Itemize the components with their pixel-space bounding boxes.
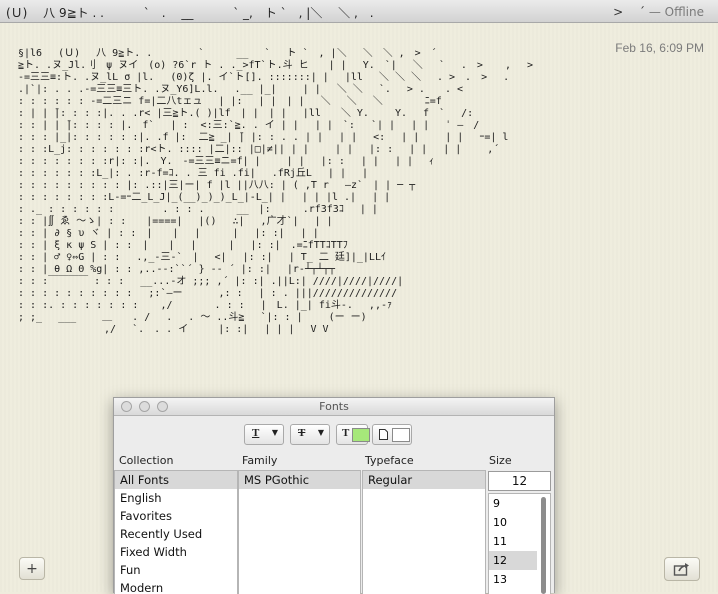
typeface-list[interactable]: Regular <box>362 470 486 594</box>
plus-icon: + <box>26 560 38 577</box>
size-list[interactable]: 9 10 11 12 13 <box>488 493 551 594</box>
window-titlebar: (Ｕ) 八 9≧ト . . ` . __ ` _, ト ` , |＼ ＼ , .… <box>0 0 718 23</box>
document-color-swatch <box>392 428 410 442</box>
size-item[interactable]: 11 <box>489 532 537 551</box>
ascii-art-text[interactable]: §|l6 (Ｕ) 八 9≧ト. . ` __ ` ト ` , |＼ ＼ ＼ , … <box>18 48 618 388</box>
sync-status: — Offline <box>648 5 704 19</box>
typeface-header: Typeface <box>365 454 414 467</box>
size-list-scrollbar[interactable] <box>541 497 546 594</box>
document-color-button[interactable] <box>372 424 412 445</box>
collection-list[interactable]: All Fonts English Favorites Recently Used Fi… <box>114 470 238 594</box>
chevron-down-icon: ▼ <box>317 428 324 437</box>
collection-item[interactable]: English <box>115 489 237 507</box>
text-color-button[interactable]: T <box>336 424 370 445</box>
fonts-column-headers: Collection Family Typeface Size <box>114 454 554 468</box>
size-item[interactable]: 12 <box>489 551 537 570</box>
share-icon <box>673 563 689 576</box>
size-item[interactable]: 10 <box>489 513 537 532</box>
collection-item[interactable]: Fun <box>115 561 237 579</box>
size-item[interactable]: 9 <box>489 494 537 513</box>
window-title-glyphs: > ´ <box>613 5 645 19</box>
fonts-panel-title: Fonts <box>319 400 349 413</box>
fonts-panel-titlebar: Fonts <box>114 398 554 416</box>
document-icon <box>379 429 388 440</box>
strikethrough-t-icon: T <box>298 427 306 439</box>
size-field[interactable]: 12 <box>488 471 551 491</box>
window-title: (Ｕ) 八 9≧ト . . ` . __ ` _, ト ` , |＼ ＼ , . <box>6 6 374 20</box>
family-list[interactable]: MS PGothic <box>238 470 361 594</box>
size-item[interactable]: 13 <box>489 570 537 589</box>
collection-header: Collection <box>119 454 174 467</box>
text-strikethrough-menu[interactable]: T ▼ <box>290 424 330 445</box>
share-button[interactable] <box>664 557 700 581</box>
collection-item[interactable]: Favorites <box>115 507 237 525</box>
text-underline-menu[interactable]: T ▼ <box>244 424 284 445</box>
add-note-button[interactable]: + <box>19 557 45 580</box>
fonts-panel: Fonts T ▼ T ▼ T Collection Family Typefa… <box>113 397 555 594</box>
chevron-down-icon: ▼ <box>271 428 278 437</box>
collection-item[interactable]: Fixed Width <box>115 543 237 561</box>
underline-t-icon: T <box>252 427 260 439</box>
collection-item[interactable]: All Fonts <box>115 471 237 489</box>
window-title-right: > ´ — Offline <box>613 3 704 20</box>
note-timestamp: Feb 16, 6:09 PM <box>615 41 704 55</box>
collection-item[interactable]: Recently Used <box>115 525 237 543</box>
typeface-item[interactable]: Regular <box>363 471 485 489</box>
size-header: Size <box>489 454 512 467</box>
family-header: Family <box>242 454 278 467</box>
family-item[interactable]: MS PGothic <box>239 471 360 489</box>
text-color-swatch <box>352 428 370 442</box>
text-color-icon: T <box>342 427 350 439</box>
